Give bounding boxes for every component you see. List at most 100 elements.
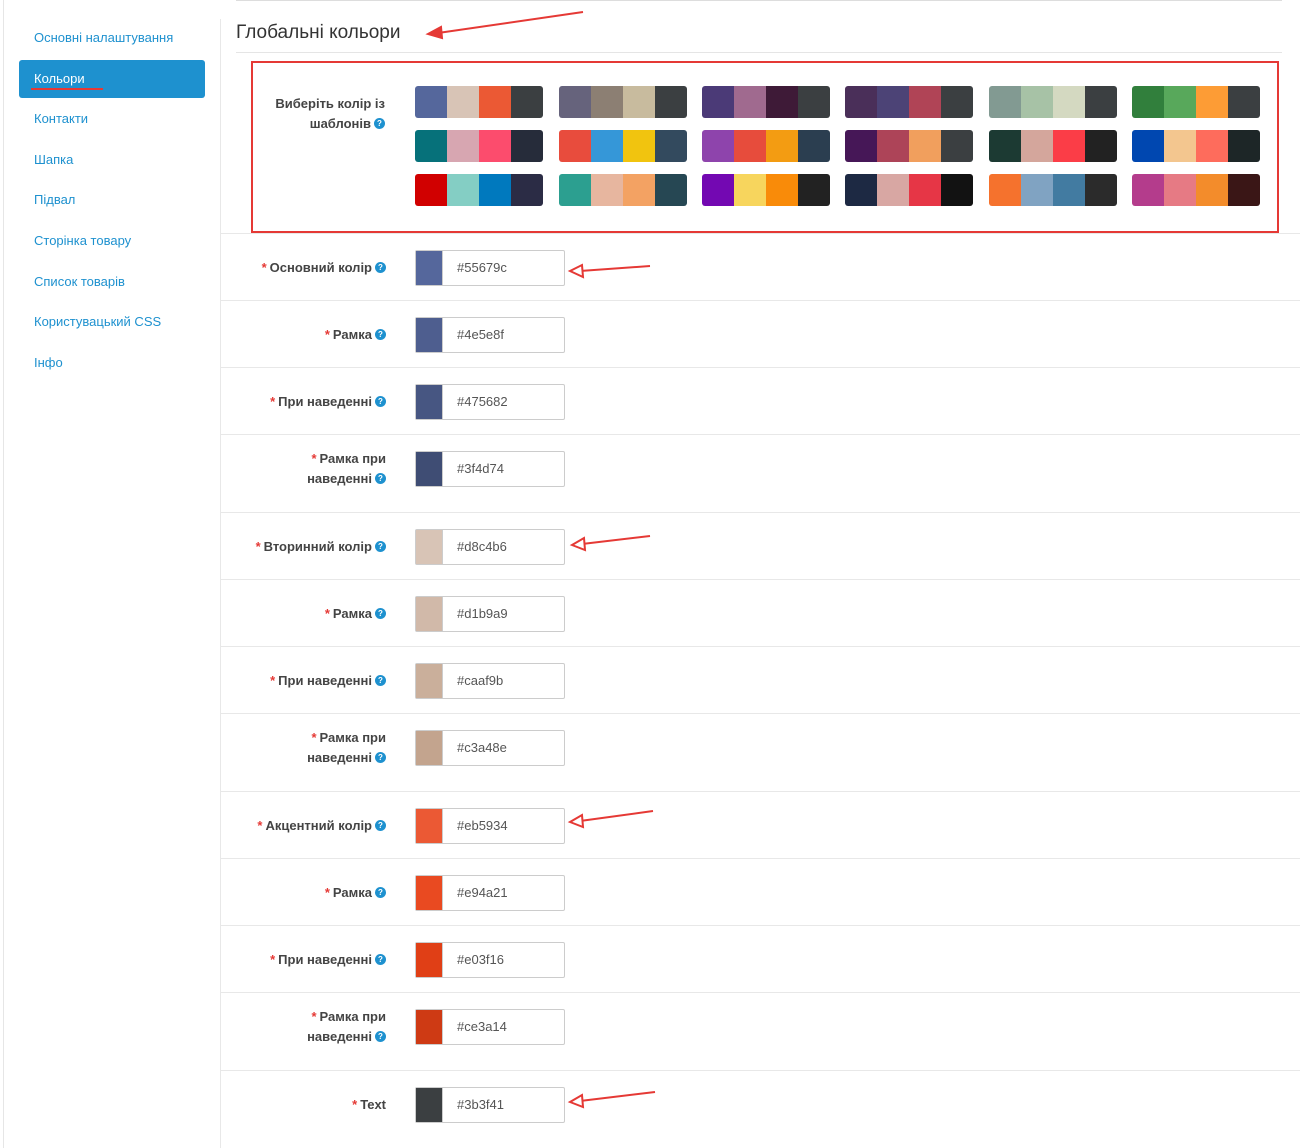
sidebar-item-product-page[interactable]: Сторінка товару xyxy=(19,222,205,260)
sidebar-item-info[interactable]: Інфо xyxy=(19,344,205,382)
color-preview-chip[interactable] xyxy=(416,318,443,352)
color-template-swatch[interactable] xyxy=(702,86,830,118)
required-marker: * xyxy=(324,606,330,621)
color-input[interactable]: #e94a21 xyxy=(415,875,565,911)
help-icon[interactable]: ? xyxy=(375,887,386,899)
sidebar-item-custom-css[interactable]: Користувацький CSS xyxy=(19,303,205,341)
sidebar-item-label: Кольори xyxy=(34,70,85,86)
color-template-swatch[interactable] xyxy=(845,130,973,162)
color-hex-value[interactable]: #caaf9b xyxy=(443,664,564,698)
sidebar-item-label: Основні налаштування xyxy=(34,30,174,45)
swatch-color-chip xyxy=(734,86,766,118)
help-icon[interactable]: ? xyxy=(375,752,386,764)
color-preview-chip[interactable] xyxy=(416,876,443,910)
color-input[interactable]: #4e5e8f xyxy=(415,317,565,353)
color-hex-value[interactable]: #e94a21 xyxy=(443,876,564,910)
color-hex-value[interactable]: #d8c4b6 xyxy=(443,530,564,564)
color-hex-value[interactable]: #ce3a14 xyxy=(443,1010,564,1044)
color-template-swatch[interactable] xyxy=(415,174,543,206)
swatch-color-chip xyxy=(479,86,511,118)
color-template-swatch[interactable] xyxy=(559,130,687,162)
color-template-swatch[interactable] xyxy=(845,86,973,118)
swatch-color-chip xyxy=(702,86,734,118)
sidebar-item-contacts[interactable]: Контакти xyxy=(19,100,205,138)
required-marker: * xyxy=(324,327,330,342)
swatch-color-chip xyxy=(447,86,479,118)
color-preview-chip[interactable] xyxy=(416,530,443,564)
color-template-swatch[interactable] xyxy=(989,130,1117,162)
help-icon[interactable]: ? xyxy=(375,1031,386,1043)
help-icon[interactable]: ? xyxy=(374,118,385,130)
color-input[interactable]: #3b3f41 xyxy=(415,1087,565,1123)
color-preview-chip[interactable] xyxy=(416,664,443,698)
color-hex-value[interactable]: #3b3f41 xyxy=(443,1088,564,1122)
color-input[interactable]: #c3a48e xyxy=(415,730,565,766)
color-hex-value[interactable]: #eb5934 xyxy=(443,809,564,843)
swatch-color-chip xyxy=(1228,130,1260,162)
sidebar-item-colors[interactable]: Кольори xyxy=(19,59,205,98)
help-icon[interactable]: ? xyxy=(375,541,386,553)
sidebar-item-footer[interactable]: Підвал xyxy=(19,181,205,219)
color-input[interactable]: #55679c xyxy=(415,250,565,286)
color-hex-value[interactable]: #475682 xyxy=(443,385,564,419)
help-icon[interactable]: ? xyxy=(375,954,386,966)
swatch-color-chip xyxy=(1053,174,1085,206)
sidebar-item-product-list[interactable]: Список товарів xyxy=(19,263,205,301)
help-icon[interactable]: ? xyxy=(375,608,386,620)
color-input[interactable]: #e03f16 xyxy=(415,942,565,978)
color-hex-value[interactable]: #4e5e8f xyxy=(443,318,564,352)
color-input[interactable]: #ce3a14 xyxy=(415,1009,565,1045)
color-preview-chip[interactable] xyxy=(416,943,443,977)
sidebar-item-header[interactable]: Шапка xyxy=(19,141,205,179)
color-hex-value[interactable]: #55679c xyxy=(443,251,564,285)
color-field-row: * При наведенні? #475682 xyxy=(221,367,1300,434)
swatch-color-chip xyxy=(655,86,687,118)
help-icon[interactable]: ? xyxy=(375,262,386,274)
required-marker: * xyxy=(270,952,276,967)
color-input[interactable]: #caaf9b xyxy=(415,663,565,699)
color-input[interactable]: #eb5934 xyxy=(415,808,565,844)
help-icon[interactable]: ? xyxy=(375,675,386,687)
help-icon[interactable]: ? xyxy=(375,820,386,832)
color-field-row: * Рамка при наведенні? #ce3a14 xyxy=(221,992,1300,1070)
color-template-swatch[interactable] xyxy=(559,174,687,206)
swatch-color-chip xyxy=(1228,174,1260,206)
help-icon[interactable]: ? xyxy=(375,396,386,408)
swatch-color-chip xyxy=(559,86,591,118)
color-template-swatch[interactable] xyxy=(989,86,1117,118)
required-marker: * xyxy=(311,730,317,745)
color-template-swatch[interactable] xyxy=(415,86,543,118)
color-template-swatch[interactable] xyxy=(989,174,1117,206)
swatch-color-chip xyxy=(591,174,623,206)
color-preview-chip[interactable] xyxy=(416,1088,443,1122)
color-hex-value[interactable]: #3f4d74 xyxy=(443,452,564,486)
color-hex-value[interactable]: #e03f16 xyxy=(443,943,564,977)
color-input[interactable]: #3f4d74 xyxy=(415,451,565,487)
sidebar-item-general[interactable]: Основні налаштування xyxy=(19,19,205,57)
color-preview-chip[interactable] xyxy=(416,809,443,843)
color-preview-chip[interactable] xyxy=(416,385,443,419)
help-icon[interactable]: ? xyxy=(375,329,386,341)
color-template-swatch[interactable] xyxy=(845,174,973,206)
color-input[interactable]: #475682 xyxy=(415,384,565,420)
color-input[interactable]: #d1b9a9 xyxy=(415,596,565,632)
color-preview-chip[interactable] xyxy=(416,731,443,765)
swatch-color-chip xyxy=(734,130,766,162)
color-template-swatch[interactable] xyxy=(1132,86,1260,118)
color-hex-value[interactable]: #c3a48e xyxy=(443,731,564,765)
color-preview-chip[interactable] xyxy=(416,452,443,486)
color-preview-chip[interactable] xyxy=(416,1010,443,1044)
help-icon[interactable]: ? xyxy=(375,473,386,485)
color-preview-chip[interactable] xyxy=(416,251,443,285)
color-template-swatch[interactable] xyxy=(1132,174,1260,206)
swatch-color-chip xyxy=(941,130,973,162)
color-preview-chip[interactable] xyxy=(416,597,443,631)
color-input[interactable]: #d8c4b6 xyxy=(415,529,565,565)
color-template-swatch[interactable] xyxy=(702,130,830,162)
color-hex-value[interactable]: #d1b9a9 xyxy=(443,597,564,631)
color-template-swatch[interactable] xyxy=(415,130,543,162)
swatch-color-chip xyxy=(1164,130,1196,162)
color-template-swatch[interactable] xyxy=(702,174,830,206)
color-template-swatch[interactable] xyxy=(559,86,687,118)
color-template-swatch[interactable] xyxy=(1132,130,1260,162)
